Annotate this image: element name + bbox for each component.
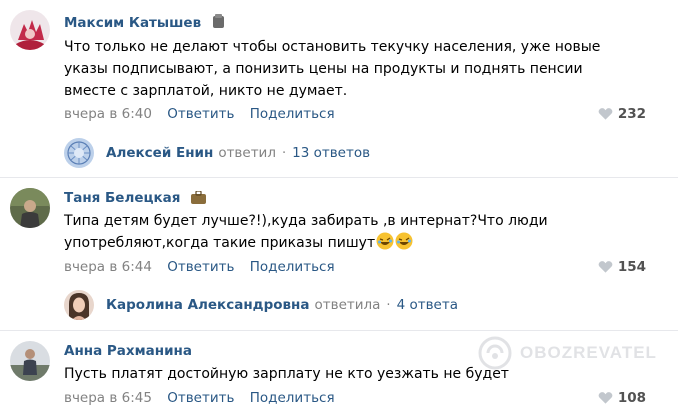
rolling-laugh-emoji-icon	[376, 232, 394, 250]
watermark-text: OBOZREVATEL	[520, 343, 657, 362]
reply-button[interactable]: Ответить	[167, 390, 234, 406]
reply-author[interactable]: Алексей Енин	[106, 145, 213, 161]
comment-text: Типа детям будет лучше?!),куда забирать …	[64, 213, 548, 251]
comment-author[interactable]: Анна Рахманина	[64, 343, 192, 359]
reply-button[interactable]: Ответить	[167, 259, 234, 275]
comment-time[interactable]: вчера в 6:40	[64, 106, 152, 122]
reply-thread[interactable]: Алексей Енин ответил · 13 ответов	[64, 138, 370, 168]
comment-author[interactable]: Максим Катышев	[64, 14, 225, 31]
avatar[interactable]	[10, 341, 50, 381]
like-button[interactable]: 154	[598, 259, 646, 275]
flag-badge-icon	[191, 191, 207, 204]
separator-dot: ·	[281, 145, 287, 161]
like-count: 154	[617, 259, 646, 275]
reply-verb: ответил	[218, 145, 276, 161]
comment-time[interactable]: вчера в 6:44	[64, 259, 152, 275]
like-count: 108	[617, 390, 646, 406]
divider	[0, 330, 678, 331]
watermark-logo-icon	[478, 336, 512, 370]
heart-icon	[598, 261, 613, 273]
reply-verb: ответила	[314, 297, 381, 313]
reply-button[interactable]: Ответить	[167, 106, 234, 122]
avatar[interactable]	[10, 10, 50, 50]
comment-meta: вчера в 6:40 Ответить Поделиться	[64, 106, 335, 122]
flag-badge-icon	[212, 14, 224, 28]
reply-count-link[interactable]: 4 ответа	[397, 297, 458, 313]
reply-author[interactable]: Каролина Александровна	[106, 297, 309, 313]
share-button[interactable]: Поделиться	[250, 259, 335, 275]
share-button[interactable]: Поделиться	[250, 390, 335, 406]
comment-text: Что только не делают чтобы остановить те…	[64, 39, 601, 99]
rolling-laugh-emoji-icon	[395, 232, 413, 250]
watermark: OBOZREVATEL	[478, 336, 657, 370]
comment-meta: вчера в 6:44 Ответить Поделиться	[64, 259, 335, 275]
comment-meta: вчера в 6:45 Ответить Поделиться	[64, 390, 335, 406]
like-button[interactable]: 108	[598, 390, 646, 406]
avatar[interactable]	[64, 138, 94, 168]
separator-dot: ·	[386, 297, 391, 313]
avatar[interactable]	[10, 188, 50, 228]
like-count: 232	[617, 106, 646, 122]
comment-time[interactable]: вчера в 6:45	[64, 390, 152, 406]
share-button[interactable]: Поделиться	[250, 106, 335, 122]
heart-icon	[598, 392, 613, 404]
heart-icon	[598, 108, 613, 120]
comment-author[interactable]: Таня Белецкая	[64, 190, 207, 206]
reply-count-link[interactable]: 13 ответов	[292, 145, 370, 161]
divider	[0, 177, 678, 178]
like-button[interactable]: 232	[598, 106, 646, 122]
reply-thread[interactable]: Каролина Александровна ответила · 4 отве…	[64, 290, 458, 320]
avatar[interactable]	[64, 290, 94, 320]
